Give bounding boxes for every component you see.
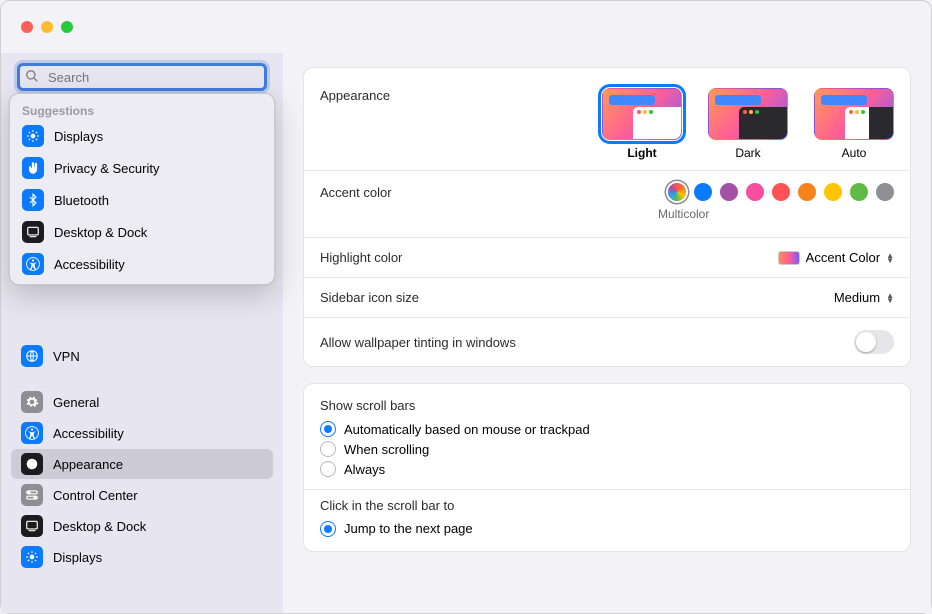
- window-controls: [21, 21, 73, 33]
- chevron-updown-icon: ▲▼: [886, 293, 894, 303]
- accessibility-icon: [21, 422, 43, 444]
- click-scrollbar-option[interactable]: Jump to the next page: [304, 519, 910, 539]
- accent-color-swatch[interactable]: [798, 183, 816, 201]
- minimize-window-button[interactable]: [41, 21, 53, 33]
- highlight-swatch-icon: [778, 251, 800, 265]
- bluetooth-icon: [22, 189, 44, 211]
- scroll-bars-option-label: When scrolling: [344, 442, 429, 457]
- suggestion-label: Accessibility: [54, 257, 125, 272]
- titlebar: [1, 1, 931, 53]
- gear-icon: [21, 391, 43, 413]
- scroll-card: Show scroll bars Automatically based on …: [303, 383, 911, 552]
- sidebar-item-label: Displays: [53, 550, 102, 565]
- highlight-color-select[interactable]: Accent Color ▲▼: [778, 250, 894, 265]
- content-pane: ‹ › Appearance Appearance LightDarkAuto …: [283, 53, 931, 613]
- highlight-color-label: Highlight color: [320, 250, 402, 265]
- accent-color-swatch[interactable]: [772, 183, 790, 201]
- accent-color-swatch[interactable]: [668, 183, 686, 201]
- scroll-bars-option-label: Automatically based on mouse or trackpad: [344, 422, 590, 437]
- suggestion-item[interactable]: Privacy & Security: [10, 152, 274, 184]
- dock-icon: [21, 515, 43, 537]
- accent-color-swatch[interactable]: [746, 183, 764, 201]
- accent-color-swatch[interactable]: [876, 183, 894, 201]
- accent-selected-label: Multicolor: [658, 207, 894, 221]
- radio-button[interactable]: [320, 461, 336, 477]
- appearance-label: Appearance: [320, 88, 390, 103]
- highlight-color-value: Accent Color: [806, 250, 880, 265]
- sidebar-item-appearance[interactable]: Appearance: [11, 449, 273, 479]
- appearance-option-label: Auto: [842, 146, 867, 160]
- accent-color-swatch[interactable]: [694, 183, 712, 201]
- suggestion-item[interactable]: Bluetooth: [10, 184, 274, 216]
- search-icon: [25, 69, 39, 83]
- click-scrollbar-title: Click in the scroll bar to: [304, 498, 910, 519]
- sidebar-item-label: General: [53, 395, 99, 410]
- sidebar-item-control-center[interactable]: Control Center: [11, 480, 273, 510]
- chevron-updown-icon: ▲▼: [886, 253, 894, 263]
- appearance-option-label: Dark: [735, 146, 760, 160]
- appearance-option-label: Light: [627, 146, 656, 160]
- accent-color-swatch[interactable]: [720, 183, 738, 201]
- sidebar-icon-size-label: Sidebar icon size: [320, 290, 419, 305]
- radio-button[interactable]: [320, 421, 336, 437]
- hand-icon: [22, 157, 44, 179]
- sidebar-icon-size-select[interactable]: Medium ▲▼: [834, 290, 894, 305]
- suggestion-label: Bluetooth: [54, 193, 109, 208]
- suggestion-item[interactable]: Accessibility: [10, 248, 274, 280]
- accent-color-label: Accent color: [320, 185, 392, 200]
- suggestion-item[interactable]: Desktop & Dock: [10, 216, 274, 248]
- sun-icon: [21, 546, 43, 568]
- sidebar-item-accessibility[interactable]: Accessibility: [11, 418, 273, 448]
- scroll-bars-title: Show scroll bars: [304, 384, 910, 419]
- appearance-option-auto[interactable]: [814, 88, 894, 140]
- sidebar-icon-size-value: Medium: [834, 290, 880, 305]
- sidebar-item-vpn[interactable]: VPN: [11, 341, 273, 371]
- radio-button[interactable]: [320, 521, 336, 537]
- sidebar-item-label: VPN: [53, 349, 80, 364]
- accent-color-swatch[interactable]: [850, 183, 868, 201]
- radio-button[interactable]: [320, 441, 336, 457]
- wallpaper-tinting-label: Allow wallpaper tinting in windows: [320, 335, 516, 350]
- sidebar-item-label: Accessibility: [53, 426, 124, 441]
- search-suggestions-panel: Suggestions Displays Privacy & Security Bl…: [9, 93, 275, 285]
- accessibility-icon: [22, 253, 44, 275]
- scroll-bars-option[interactable]: Automatically based on mouse or trackpad: [304, 419, 910, 439]
- sidebar-item-label: Control Center: [53, 488, 138, 503]
- globe-icon: [21, 345, 43, 367]
- sidebar-item-general[interactable]: General: [11, 387, 273, 417]
- suggestion-label: Privacy & Security: [54, 161, 159, 176]
- scroll-bars-option[interactable]: When scrolling: [304, 439, 910, 459]
- suggestion-item[interactable]: Displays: [10, 120, 274, 152]
- suggestion-label: Desktop & Dock: [54, 225, 147, 240]
- switches-icon: [21, 484, 43, 506]
- suggestion-label: Displays: [54, 129, 103, 144]
- sidebar-item-label: Desktop & Dock: [53, 519, 146, 534]
- sidebar-item-displays[interactable]: Displays: [11, 542, 273, 572]
- click-scrollbar-option-label: Jump to the next page: [344, 521, 473, 536]
- suggestions-header: Suggestions: [10, 100, 274, 120]
- search-input[interactable]: [17, 63, 267, 91]
- appearance-option-dark[interactable]: [708, 88, 788, 140]
- wallpaper-tinting-toggle[interactable]: [854, 330, 894, 354]
- scroll-bars-option-label: Always: [344, 462, 385, 477]
- sun-icon: [22, 125, 44, 147]
- scroll-bars-option[interactable]: Always: [304, 459, 910, 479]
- appearance-card: Appearance Light Dark Auto Accent color Mu…: [303, 67, 911, 367]
- zoom-window-button[interactable]: [61, 21, 73, 33]
- appearance-icon: [21, 453, 43, 475]
- dock-icon: [22, 221, 44, 243]
- appearance-option-light[interactable]: [602, 88, 682, 140]
- accent-color-swatch[interactable]: [824, 183, 842, 201]
- sidebar-item-desktop-dock[interactable]: Desktop & Dock: [11, 511, 273, 541]
- close-window-button[interactable]: [21, 21, 33, 33]
- sidebar-item-label: Appearance: [53, 457, 123, 472]
